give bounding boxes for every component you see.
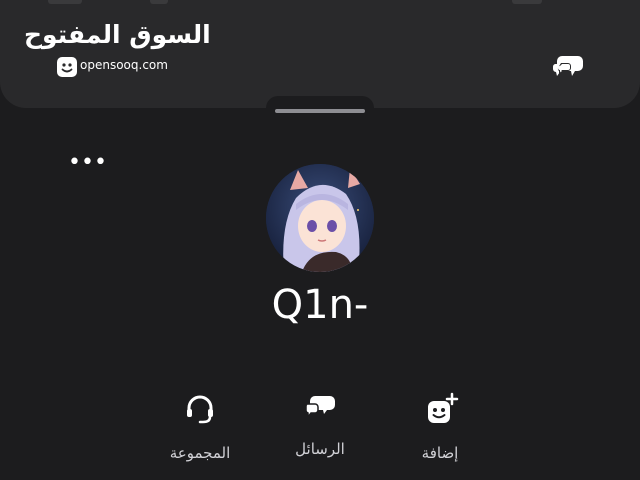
opensooq-logo-icon xyxy=(56,56,78,82)
avatar xyxy=(266,164,374,272)
battery-icon xyxy=(512,0,542,4)
more-options-button[interactable]: ••• xyxy=(68,152,107,174)
add-label: إضافة xyxy=(421,444,459,462)
messages-button[interactable]: الرسائل xyxy=(265,392,375,458)
add-friend-icon xyxy=(385,392,495,426)
app-logo-arabic: السوق المفتوح xyxy=(24,20,211,49)
status-bar-fragment xyxy=(48,0,82,4)
signal-icon xyxy=(150,0,168,4)
headset-icon xyxy=(145,392,255,426)
top-bar: السوق المفتوح opensooq.com xyxy=(0,0,640,110)
chat-bubbles-icon xyxy=(265,392,375,422)
chat-icon[interactable] xyxy=(552,52,586,84)
app-logo-english: opensooq.com xyxy=(80,58,168,72)
drag-handle[interactable] xyxy=(275,109,365,113)
header-panel xyxy=(0,0,640,108)
group-label: المجموعة xyxy=(169,444,231,462)
add-button[interactable]: إضافة xyxy=(385,392,495,462)
profile-username: Q1n- xyxy=(271,282,369,328)
group-button[interactable]: المجموعة xyxy=(145,392,255,462)
messages-label: الرسائل xyxy=(295,440,345,458)
sheet-tab xyxy=(266,96,374,118)
